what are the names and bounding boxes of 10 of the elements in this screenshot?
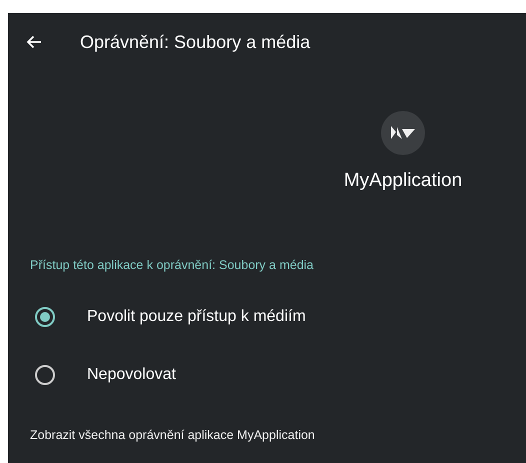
- back-icon[interactable]: [26, 35, 42, 49]
- radio-button[interactable]: [35, 365, 55, 386]
- all-permissions-link[interactable]: Zobrazit všechna oprávnění aplikace MyApplication: [8, 426, 315, 445]
- app-icon: [381, 111, 425, 155]
- screen-title: Oprávnění: Soubory a média: [80, 30, 310, 54]
- radio-button[interactable]: [35, 307, 55, 328]
- option-label[interactable]: Nepovolovat: [87, 363, 176, 388]
- app-name: MyApplication: [344, 169, 462, 193]
- option-label[interactable]: Povolit pouze přístup k médiím: [87, 305, 306, 330]
- section-header: Přístup této aplikace k oprávnění: Soubory a média: [29, 256, 314, 274]
